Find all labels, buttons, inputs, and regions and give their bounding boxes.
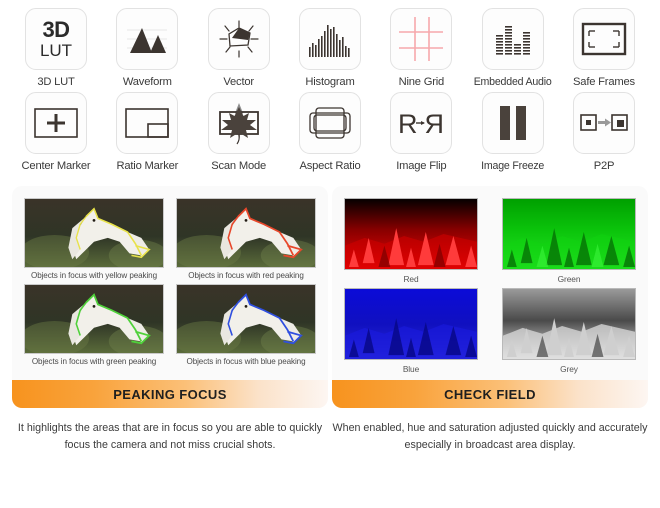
feature-embedded-audio[interactable]: Embedded Audio (471, 8, 555, 88)
3d-lut-icon: 3D LUT (25, 8, 87, 70)
feature-safe-frames[interactable]: Safe Frames (562, 8, 646, 88)
nine-grid-icon (390, 8, 453, 70)
peaking-thumb-green[interactable]: Objects in focus with green peaking (24, 284, 164, 366)
peaking-focus-description: It highlights the areas that are in focu… (17, 422, 323, 451)
feature-waveform[interactable]: Waveform (105, 8, 189, 88)
feature-image-flip[interactable]: R R Image Flip (379, 92, 463, 172)
panel-descriptions: It highlights the areas that are in focu… (0, 420, 660, 453)
feature-label-aspect-ratio: Aspect Ratio (299, 160, 361, 172)
checkfield-caption-grey: Grey (560, 364, 578, 374)
panel-check-field: Red Green Blue Grey CHECK FIELD (332, 186, 648, 408)
feature-histogram[interactable]: Histogram (288, 8, 372, 88)
feature-label-vector: Vector (223, 76, 254, 88)
checkfield-thumb-grey[interactable]: Grey (502, 288, 636, 374)
peaking-caption-red: Objects in focus with red peaking (188, 271, 304, 280)
center-marker-icon (25, 92, 87, 154)
3d-lut-glyph-top: 3D (42, 17, 70, 42)
check-field-banner-text: CHECK FIELD (444, 386, 536, 402)
feature-icon-grid: 3D LUT 3D LUT Waveform Vector Histogram … (0, 0, 660, 172)
feature-center-marker[interactable]: Center Marker (14, 92, 98, 172)
feature-p2p[interactable]: P2P (562, 92, 646, 172)
feature-image-freeze[interactable]: Image Freeze (471, 92, 555, 172)
svg-text:R: R (398, 109, 418, 139)
forest-image-blue (344, 288, 478, 360)
forest-image-green (502, 198, 636, 270)
peaking-caption-yellow: Objects in focus with yellow peaking (31, 271, 157, 280)
peaking-focus-banner-text: PEAKING FOCUS (113, 386, 227, 402)
feature-label-nine-grid: Nine Grid (398, 76, 445, 88)
aspect-ratio-icon (298, 92, 361, 154)
peaking-thumb-red[interactable]: Objects in focus with red peaking (176, 198, 316, 280)
feature-aspect-ratio[interactable]: Aspect Ratio (288, 92, 372, 172)
checkfield-caption-green: Green (557, 274, 581, 284)
check-field-banner: CHECK FIELD (332, 380, 648, 408)
feature-label-scan-mode: Scan Mode (211, 160, 267, 172)
peaking-caption-green: Objects in focus with green peaking (31, 357, 157, 366)
feature-ratio-marker[interactable]: Ratio Marker (105, 92, 189, 172)
svg-text:R: R (425, 109, 445, 139)
histogram-icon (298, 8, 361, 70)
horse-image-yellow (24, 198, 164, 268)
image-freeze-icon (481, 92, 544, 154)
forest-image-red (344, 198, 478, 270)
icon-row-2: Center Marker Ratio Marker Scan Mode Asp… (0, 92, 660, 172)
horse-image-blue (176, 284, 316, 354)
vector-scope-icon (207, 8, 270, 70)
check-field-description: When enabled, hue and saturation adjuste… (332, 422, 648, 451)
feature-label-image-freeze: Image Freeze (481, 160, 545, 172)
peaking-thumb-grid: Objects in focus with yellow peaking Obj… (24, 198, 316, 370)
checkfield-thumb-grid: Red Green Blue Grey (344, 198, 636, 378)
panel-peaking-focus: Objects in focus with yellow peaking Obj… (12, 186, 328, 408)
peaking-focus-banner: PEAKING FOCUS (12, 380, 328, 408)
embedded-audio-icon (481, 8, 544, 70)
waveform-icon (116, 8, 179, 70)
forest-image-grey (502, 288, 636, 360)
image-flip-icon: R R (390, 92, 453, 154)
feature-label-center-marker: Center Marker (21, 160, 91, 172)
feature-label-histogram: Histogram (305, 76, 355, 88)
feature-3d-lut[interactable]: 3D LUT 3D LUT (14, 8, 98, 88)
feature-label-image-flip: Image Flip (396, 160, 447, 172)
ratio-marker-icon (116, 92, 179, 154)
peaking-caption-blue: Objects in focus with blue peaking (186, 357, 306, 366)
checkfield-thumb-red[interactable]: Red (344, 198, 478, 284)
peaking-thumb-yellow[interactable]: Objects in focus with yellow peaking (24, 198, 164, 280)
checkfield-thumb-blue[interactable]: Blue (344, 288, 478, 374)
3d-lut-glyph-bottom: LUT (39, 41, 73, 60)
safe-frames-icon (572, 8, 635, 70)
checkfield-caption-red: Red (403, 274, 419, 284)
feature-panels: Objects in focus with yellow peaking Obj… (0, 186, 660, 408)
checkfield-thumb-green[interactable]: Green (502, 198, 636, 284)
feature-vector[interactable]: Vector (197, 8, 281, 88)
icon-row-1: 3D LUT 3D LUT Waveform Vector Histogram … (0, 8, 660, 88)
feature-scan-mode[interactable]: Scan Mode (197, 92, 281, 172)
peaking-thumb-blue[interactable]: Objects in focus with blue peaking (176, 284, 316, 366)
p2p-icon (572, 92, 635, 154)
horse-image-green (24, 284, 164, 354)
feature-label-safe-frames: Safe Frames (573, 76, 635, 88)
feature-label-embedded-audio: Embedded Audio (473, 76, 552, 88)
scan-mode-icon (207, 92, 270, 154)
checkfield-caption-blue: Blue (402, 364, 420, 374)
feature-label-3d-lut: 3D LUT (37, 76, 75, 88)
feature-label-p2p: P2P (593, 160, 615, 172)
horse-image-red (176, 198, 316, 268)
feature-label-ratio-marker: Ratio Marker (116, 160, 179, 172)
feature-label-waveform: Waveform (122, 76, 172, 88)
feature-nine-grid[interactable]: Nine Grid (379, 8, 463, 88)
